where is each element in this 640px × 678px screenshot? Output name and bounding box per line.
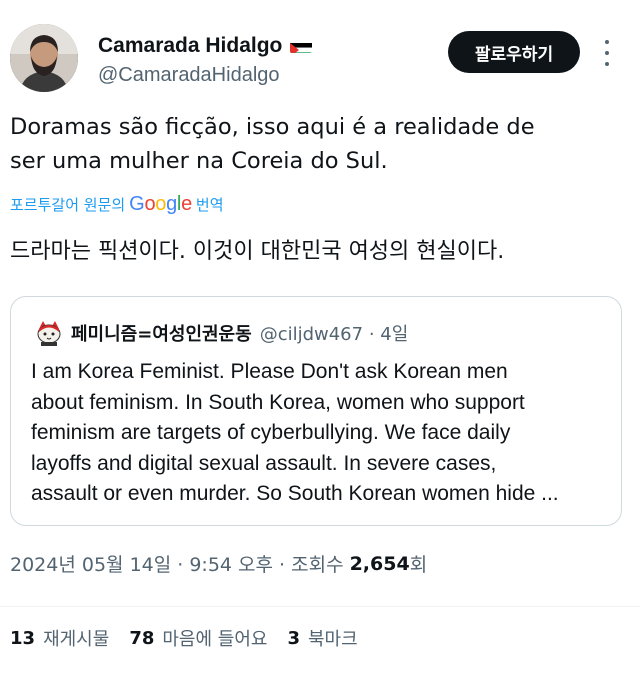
quote-header: 페미니즘=여성인권운동 @ciljdw467 · 4일 [35,319,408,347]
translate-action[interactable]: 번역 [196,194,224,215]
bookmarks-count: 3 [287,627,300,649]
tweet-text: Doramas são ficção, isso aqui é a realid… [10,110,622,178]
quote-line: assault or even murder. So South Korean … [31,482,559,505]
quote-line: I am Korea Feminist. Please Don't ask Ko… [31,360,508,383]
quote-line: layoffs and digital sexual assault. In s… [31,451,497,475]
reposts-count: 13 [10,627,36,649]
quote-avatar[interactable] [35,319,63,347]
likes-count: 78 [129,627,155,649]
reposts-label: 재게시물 [43,629,110,650]
google-letter: o [155,193,167,215]
more-dot [605,40,609,44]
quote-line: about feminism. In South Korea, women wh… [31,390,525,414]
tweet-timestamp-row: 2024년 05월 14일 · 9:54 오후 · 조회수 2,654 회 [10,550,427,577]
google-logo: Google [129,193,192,216]
translation-source-label: 포르투갈어 원문의 [10,196,126,214]
palestine-flag-icon [290,39,313,53]
avatar-photo [10,24,78,92]
author-name[interactable]: Camarada Hidalgo [98,34,282,58]
reposts-stat[interactable]: 13 재게시물 [10,625,109,651]
quote-body: I am Korea Feminist. Please Don't ask Ko… [31,357,611,510]
likes-stat[interactable]: 78 마음에 들어요 [129,625,267,651]
likes-label: 마음에 들어요 [162,629,268,650]
cat-mascot-icon [37,321,61,346]
quote-line: feminism are targets of cyberbullying. W… [31,421,511,444]
engagement-stats: 13 재게시물 78 마음에 들어요 3 북마크 [10,625,378,651]
author-name-row[interactable]: Camarada Hidalgo [98,34,313,58]
translated-text: 드라마는 픽션이다. 이것이 대한민국 여성의 현실이다. [10,239,505,264]
tweet-text-line: ser uma mulher na Coreia do Sul. [10,148,388,174]
bookmarks-label: 북마크 [308,629,358,650]
google-letter: G [129,193,145,215]
divider [0,606,640,607]
google-letter: e [181,193,192,215]
more-options-icon[interactable] [598,40,616,66]
views-unit: 회 [409,554,428,576]
quoted-tweet-card[interactable]: 페미니즘=여성인권운동 @ciljdw467 · 4일 I am Korea F… [10,296,622,526]
quote-author-name: 페미니즘=여성인권운동 [71,324,252,345]
bookmarks-stat[interactable]: 3 북마크 [287,625,357,651]
tweet-timestamp[interactable]: 2024년 05월 14일 · 9:54 오후 · 조회수 [10,550,344,577]
tweet-author: Camarada Hidalgo @CamaradaHidalgo [98,34,313,87]
author-avatar[interactable] [10,24,78,92]
google-letter: g [166,193,177,215]
author-handle[interactable]: @CamaradaHidalgo [98,64,312,87]
more-dot [605,51,609,55]
follow-button[interactable]: 팔로우하기 [448,31,580,73]
tweet-text-line: Doramas são ficção, isso aqui é a realid… [10,114,535,140]
quote-handle-meta: @ciljdw467 · 4일 [259,324,409,345]
views-count: 2,654 [349,552,410,575]
google-letter: o [144,193,156,215]
more-dot [605,62,609,66]
translate-post-link[interactable]: 포르투갈어 원문의 Google 번역 [10,193,224,216]
